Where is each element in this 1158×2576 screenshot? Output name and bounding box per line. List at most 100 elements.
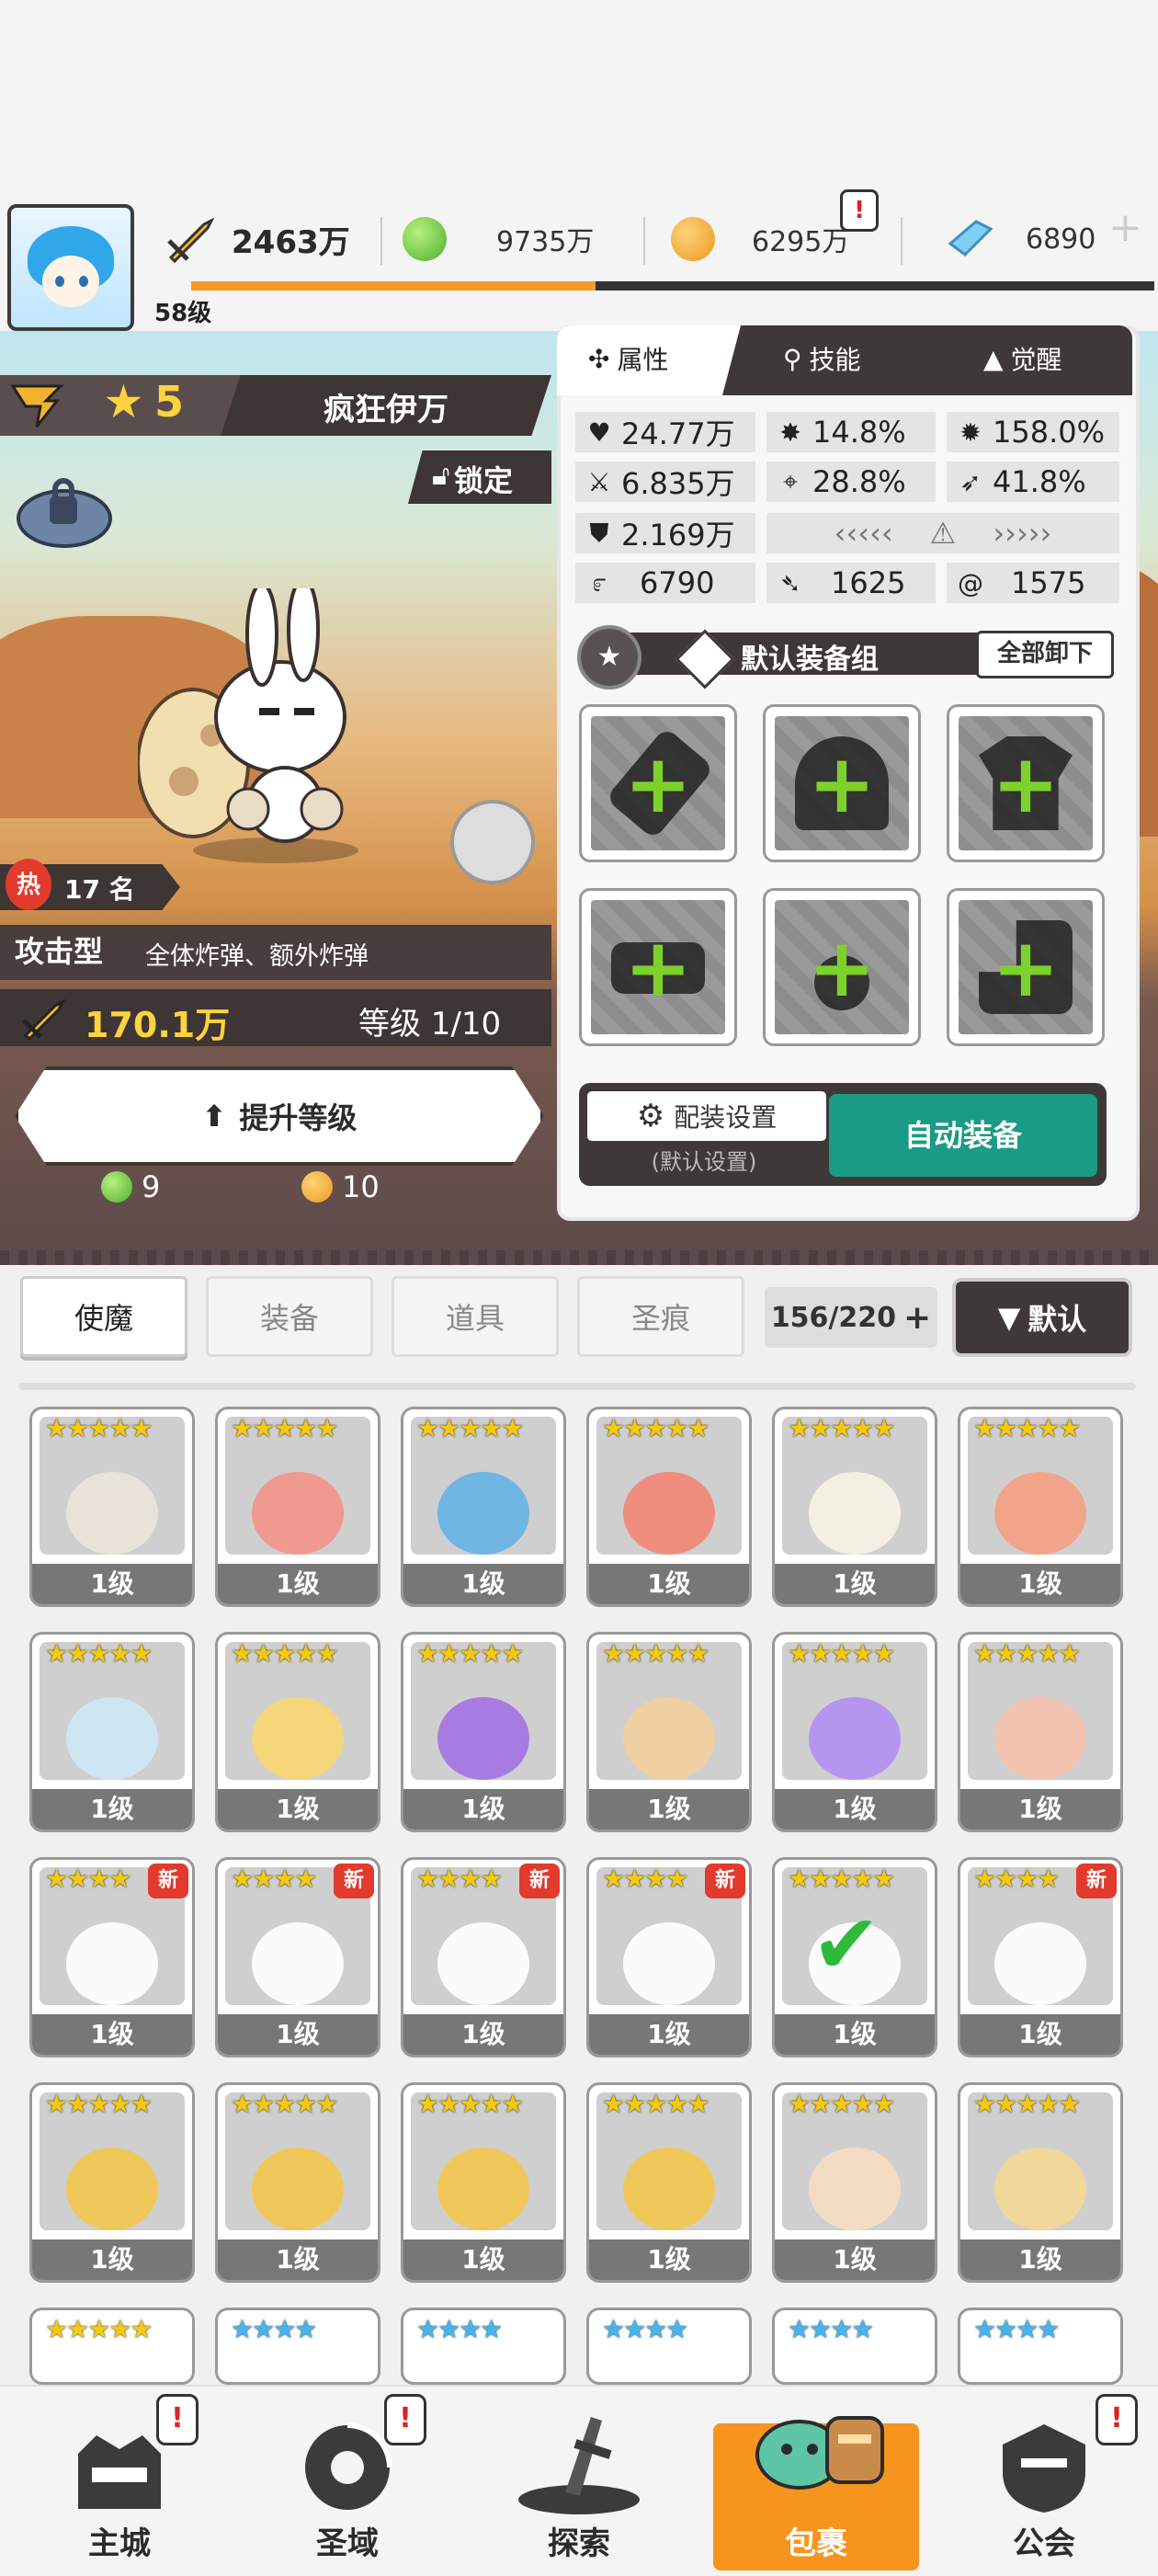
burst-icon: ✹ [959,416,982,448]
familiar-card[interactable]: ★★★★ 新 1级 [29,1857,195,2057]
gold-resource[interactable]: 6295万 [671,210,849,268]
familiar-card[interactable]: ★★★★★ 1级 [215,1632,380,1832]
nav-guild-alert-icon: ! [1096,2394,1138,2445]
armor-slot[interactable]: + [947,704,1105,862]
player-level: 58级 [154,300,212,327]
inventory-capacity[interactable]: 156/220 + [765,1287,937,1348]
familiar-card[interactable]: ★★★★★ 1级 [958,1632,1123,1832]
attack-type-icon [10,384,64,427]
stat-row-3: ⛊ 2.169万 ‹‹‹‹‹ ⚠︎ ››››› [575,513,1119,553]
stat-defense-value: 2.169万 [621,518,735,553]
helmet-slot[interactable]: + [763,704,921,862]
tab-equipment[interactable]: 装备 [206,1276,373,1357]
familiar-card[interactable]: ★★★★★ 1级 [586,2082,752,2283]
familiar-level: 1级 [589,2240,749,2280]
familiar-card[interactable]: ★★★★★ 1级 [772,1632,937,1832]
familiar-level: 1级 [32,1789,192,1829]
familiar-face [623,1922,715,2005]
unequip-all-button[interactable]: 全部卸下 [976,631,1114,678]
familiar-card[interactable]: ★★★★ 新 1级 [401,1857,566,2057]
familiar-card[interactable]: ★★★★★ 1级 [401,1632,566,1832]
gem-resource[interactable]: 6890 [941,210,1096,268]
familiar-card[interactable]: ★★★★★ 1级 [958,1407,1123,1607]
familiar-card[interactable]: ★★★★★ 1级 [401,1407,566,1607]
chevrons-right-icon: ››››› [993,516,1052,551]
star-rating: ★★★★★ [973,2089,1082,2119]
tab-skill[interactable]: ⚲ 技能 [783,340,861,377]
familiar-card[interactable]: ★★★★ [772,2308,937,2385]
locked-book-icon[interactable] [13,469,114,552]
familiar-card[interactable]: ★★★★★ 1级 [215,1407,380,1607]
familiar-card[interactable]: ★★★★ [215,2308,380,2385]
upgrade-level-button[interactable]: ⬆ 提升等级 [15,1066,544,1166]
familiar-level: 1级 [960,1789,1120,1829]
familiar-card[interactable]: ★★★★★ 1级 [772,2082,937,2283]
familiar-card[interactable]: ★★★★★ 1级 [29,1407,195,1607]
familiar-card[interactable]: ★★★★★ [29,2308,195,2385]
auto-equip-button[interactable]: 自动装备 [829,1094,1097,1177]
familiar-level: 1级 [218,2014,378,2055]
familiar-card[interactable]: ★★★★ 新 1级 [215,1857,380,2057]
familiar-face [66,2148,158,2230]
player-avatar[interactable] [7,204,134,331]
belt-slot[interactable]: + [579,888,737,1046]
familiar-card[interactable]: ★★★★ [958,2308,1123,2385]
familiar-card[interactable]: ★★★★★ 1级 [586,1632,752,1832]
equipment-set-name: 默认装备组 [741,644,879,676]
sort-dropdown[interactable]: ▼ 默认 [952,1278,1132,1357]
familiar-card[interactable]: ★★★★★ 1级 [215,2082,380,2283]
add-gem-icon[interactable]: + [1108,204,1152,251]
familiar-card[interactable]: ★★★★★ 1级 [586,1407,752,1607]
stat-crit-damage-value: 158.0% [993,415,1106,450]
familiar-level: 1级 [960,2240,1120,2280]
tab-awaken[interactable]: ▲ 觉醒 [983,340,1062,377]
stat-c-value: 1575 [1011,565,1086,600]
nav-explore[interactable]: 探索 [487,2390,671,2570]
familiar-card[interactable]: ★★★★ [586,2308,752,2385]
tab-stigma[interactable]: 圣痕 [577,1276,744,1357]
familiar-level: 1级 [403,1789,563,1829]
tab-items[interactable]: 道具 [392,1276,559,1357]
triangle-down-icon: ▼ [997,1300,1021,1335]
add-icon: + [624,919,692,1015]
familiar-face [437,1922,529,2005]
familiar-card[interactable]: ★★★★ [401,2308,566,2385]
familiar-card[interactable]: ★★★★★ 1级 [401,2082,566,2283]
stat-row-2: ⚔ 6.835万 ⌖ 28.8% ➶ 41.8% [575,462,1119,502]
lock-button[interactable]: 锁定 [454,458,513,500]
add-icon: + [808,735,876,831]
rotate-view-icon[interactable] [450,800,535,884]
familiar-card[interactable]: ★★★★★ ✔ 1级 [772,1857,937,2057]
rabbit-hero-sprite [138,588,358,863]
set-star-icon[interactable]: ★ [577,625,641,690]
familiar-card[interactable]: ★★★★★ 1级 [772,1407,937,1607]
star-rating: ★★★★★ [788,1413,896,1443]
stat-b: ➴ 1625 [766,563,936,603]
familiar-card[interactable]: ★★★★★ 1级 [958,2082,1123,2283]
add-icon: + [624,735,692,831]
divider [901,217,903,265]
star-rating: ★★★★ [788,2314,874,2344]
upgrade-cost-green: 9 [101,1169,160,1204]
weapon-slot[interactable]: + [579,704,737,862]
check-icon: ✔ [812,1897,881,1993]
familiar-level: 1级 [589,2014,749,2055]
tab-familiar[interactable]: 使魔 [20,1276,187,1357]
gold-alert-icon[interactable]: ! [840,189,879,232]
add-icon: + [992,735,1060,831]
equip-config-button[interactable]: ⚙ 配装设置 [585,1089,829,1144]
familiar-card[interactable]: ★★★★★ 1级 [29,2082,195,2283]
necklace-slot[interactable]: + [763,888,921,1046]
tab-attribute[interactable]: ✣ 属性 [588,340,668,377]
familiar-card[interactable]: ★★★★ 新 1级 [958,1857,1123,2057]
familiar-card[interactable]: ★★★★ 新 1级 [586,1857,752,2057]
familiar-face [437,2148,529,2230]
star-rating: ★★★★ [45,1864,131,1894]
hero-star-count: 5 [154,377,185,427]
familiar-face [994,2148,1086,2230]
familiar-card[interactable]: ★★★★★ 1级 [29,1632,195,1832]
stat-speed-value: 41.8% [993,464,1086,499]
crit-icon: ✸ [779,416,801,448]
boots-slot[interactable]: + [947,888,1105,1046]
hero-name: 疯狂伊万 [324,392,448,428]
